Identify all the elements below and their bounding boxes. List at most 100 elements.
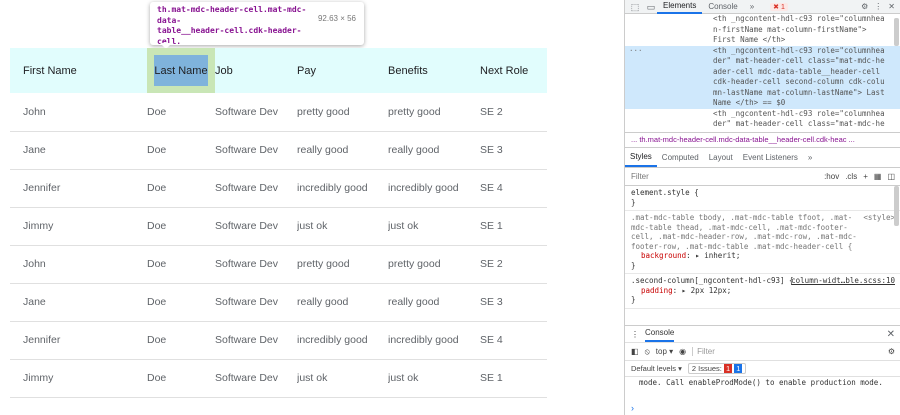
table-row: Jennifer Doe Software Dev incredibly good in… [10, 169, 547, 207]
live-expression-eye-icon[interactable]: ◉ [679, 347, 686, 356]
table-cell: pretty good [297, 105, 350, 118]
breadcrumb[interactable]: ... th.mat-mdc-header-cell.mdc-data-tabl… [625, 132, 900, 148]
dom-line-selected[interactable]: Name </th> == $0 [625, 98, 900, 109]
paint-icon[interactable]: ▦ [874, 172, 882, 181]
header-first-name[interactable]: First Name [10, 48, 147, 93]
table-cell: Software Dev [215, 296, 279, 308]
tab-computed[interactable]: Computed [657, 149, 704, 167]
rule-declaration[interactable]: padding: ▸ 2px 12px; [631, 286, 895, 296]
css-rule[interactable]: <style> .mat-mdc-table tbody, .mat-mdc-t… [625, 211, 900, 274]
dom-line-selected[interactable]: mn-lastName mat-column-lastName"> Last [625, 87, 900, 98]
table-cell: Software Dev [215, 258, 279, 270]
more-options-icon[interactable]: ⋮ [874, 2, 882, 11]
device-toolbar-icon[interactable]: ▭ [645, 1, 657, 13]
tab-more[interactable]: » [744, 0, 760, 14]
tab-styles[interactable]: Styles [625, 149, 657, 167]
close-drawer-icon[interactable]: ✕ [887, 329, 900, 340]
console-drawer-tab[interactable]: Console [645, 326, 675, 342]
dom-line[interactable]: der" mat-header-cell class="mat-mdc-he [625, 119, 900, 130]
context-select[interactable]: top ▾ [656, 347, 673, 356]
table-row: John Doe Software Dev pretty good pretty goo… [10, 245, 547, 283]
table-cell: SE 4 [480, 182, 503, 194]
table-cell: Jane [23, 296, 46, 308]
table-cell: SE 2 [480, 258, 503, 270]
console-sidebar-icon[interactable]: ◧ [631, 347, 639, 356]
tab-elements[interactable]: Elements [657, 0, 703, 14]
console-settings-gear-icon[interactable]: ⚙ [888, 347, 900, 356]
table-cell: Jane [23, 144, 46, 156]
tab-layout[interactable]: Layout [704, 149, 738, 167]
table-cell: incredibly good [388, 334, 459, 346]
levels-select[interactable]: Default levels ▾ [631, 364, 682, 373]
dom-line-selected[interactable]: ader-cell mdc-data-table__header-cell [625, 66, 900, 77]
table-header-row: First Name Last Name Job Pay Benefits Ne… [10, 48, 547, 93]
sidebar-toggle-icon[interactable]: ◫ [887, 172, 895, 181]
dom-scrollbar[interactable] [894, 18, 899, 46]
dom-line-selected[interactable]: der" mat-header-cell class="mat-mdc-he [625, 56, 900, 67]
table-cell: just ok [297, 372, 328, 384]
devtools-panel: ⬚ ▭ Elements Console » ✖ 1 ⚙ ⋮ ✕ <th _ng… [624, 0, 900, 415]
console-filter-input[interactable]: Filter [692, 347, 812, 356]
table-cell: Software Dev [215, 182, 279, 194]
element-style-selector: element.style { [631, 188, 699, 197]
table-cell: SE 3 [480, 296, 503, 308]
dom-line[interactable]: First Name </th> [625, 35, 900, 46]
table-cell: Software Dev [215, 220, 279, 232]
dom-line[interactable]: <th _ngcontent-hdl-c93 role="columnhea [625, 109, 900, 120]
console-levels-bar: Default levels ▾ 2 Issues: 1 1 [625, 361, 900, 377]
table-cell: Software Dev [215, 334, 279, 346]
header-job[interactable]: Job [215, 48, 297, 93]
issues-button[interactable]: 2 Issues: 1 1 [687, 363, 747, 374]
rule-property: padding [641, 285, 673, 295]
dom-line[interactable]: n-firstName mat-column-firstName"> [625, 25, 900, 36]
css-rule[interactable]: column-widt…ble.scss:10 .second-column[_… [625, 274, 900, 309]
element-style-rule[interactable]: element.style { } [625, 186, 900, 211]
console-prompt-icon[interactable]: › [631, 403, 634, 413]
table-cell: Doe [147, 105, 167, 118]
hov-toggle[interactable]: :hov [824, 172, 839, 181]
new-rule-button[interactable]: + [863, 172, 868, 181]
clear-console-icon[interactable]: ⦸ [645, 347, 650, 357]
inspect-element-icon[interactable]: ⬚ [629, 1, 641, 13]
rule-source-link[interactable]: column-widt…ble.scss:10 [791, 276, 895, 286]
employee-table: First Name Last Name Job Pay Benefits Ne… [10, 48, 547, 398]
table-cell: incredibly good [388, 182, 459, 194]
table-cell: Doe [147, 258, 167, 270]
styles-scrollbar[interactable] [894, 186, 899, 226]
table-cell: Doe [147, 144, 167, 156]
settings-gear-icon[interactable]: ⚙ [861, 2, 868, 11]
dom-line-selected[interactable]: ··· <th _ngcontent-hdl-c93 role="columnhe… [625, 45, 900, 57]
tab-console[interactable]: Console [702, 0, 743, 14]
header-last-name[interactable]: Last Name [147, 48, 215, 93]
header-next-role[interactable]: Next Role [480, 48, 547, 93]
table-cell: really good [388, 144, 440, 156]
error-badge[interactable]: ✖ 1 [770, 2, 788, 11]
drawer-menu-icon[interactable]: ⋮ [631, 330, 639, 339]
table-cell: Jimmy [23, 372, 54, 384]
tab-event-listeners[interactable]: Event Listeners [738, 149, 803, 167]
dom-ellipsis-icon[interactable]: ··· [629, 46, 643, 57]
table-cell: Doe [147, 296, 167, 308]
table-cell: really good [297, 144, 349, 156]
cls-toggle[interactable]: .cls [845, 172, 857, 181]
table-row: Jimmy Doe Software Dev just ok just ok SE 1 [10, 359, 547, 397]
console-drawer-header: ⋮ Console ✕ [625, 325, 900, 343]
close-devtools-icon[interactable]: ✕ [888, 2, 895, 11]
dom-tree[interactable]: <th _ngcontent-hdl-c93 role="columnhea n… [625, 14, 900, 132]
styles-filter-input[interactable]: Filter [631, 172, 649, 181]
rule-declaration[interactable]: background: ▸ inherit; [631, 251, 895, 261]
table-cell: John [23, 105, 46, 118]
table-cell: pretty good [388, 105, 441, 118]
console-message: mode. Call enableProdMode() to enable pr… [639, 378, 883, 387]
console-toolbar: ◧ ⦸ top ▾ ◉ Filter ⚙ [625, 343, 900, 361]
header-benefits[interactable]: Benefits [388, 48, 480, 93]
dom-line-selected[interactable]: cdk-header-cell second-column cdk-colu [625, 77, 900, 88]
tab-more-styles[interactable]: » [803, 149, 817, 167]
table-cell: just ok [388, 220, 419, 232]
header-pay[interactable]: Pay [297, 48, 388, 93]
table-cell: Jennifer [23, 182, 61, 194]
rule-value: ▸ 2px 12px; [681, 285, 732, 295]
table-cell: Software Dev [215, 105, 279, 118]
dom-line[interactable]: <th _ngcontent-hdl-c93 role="columnhea [625, 14, 900, 25]
table-cell: just ok [297, 220, 328, 232]
